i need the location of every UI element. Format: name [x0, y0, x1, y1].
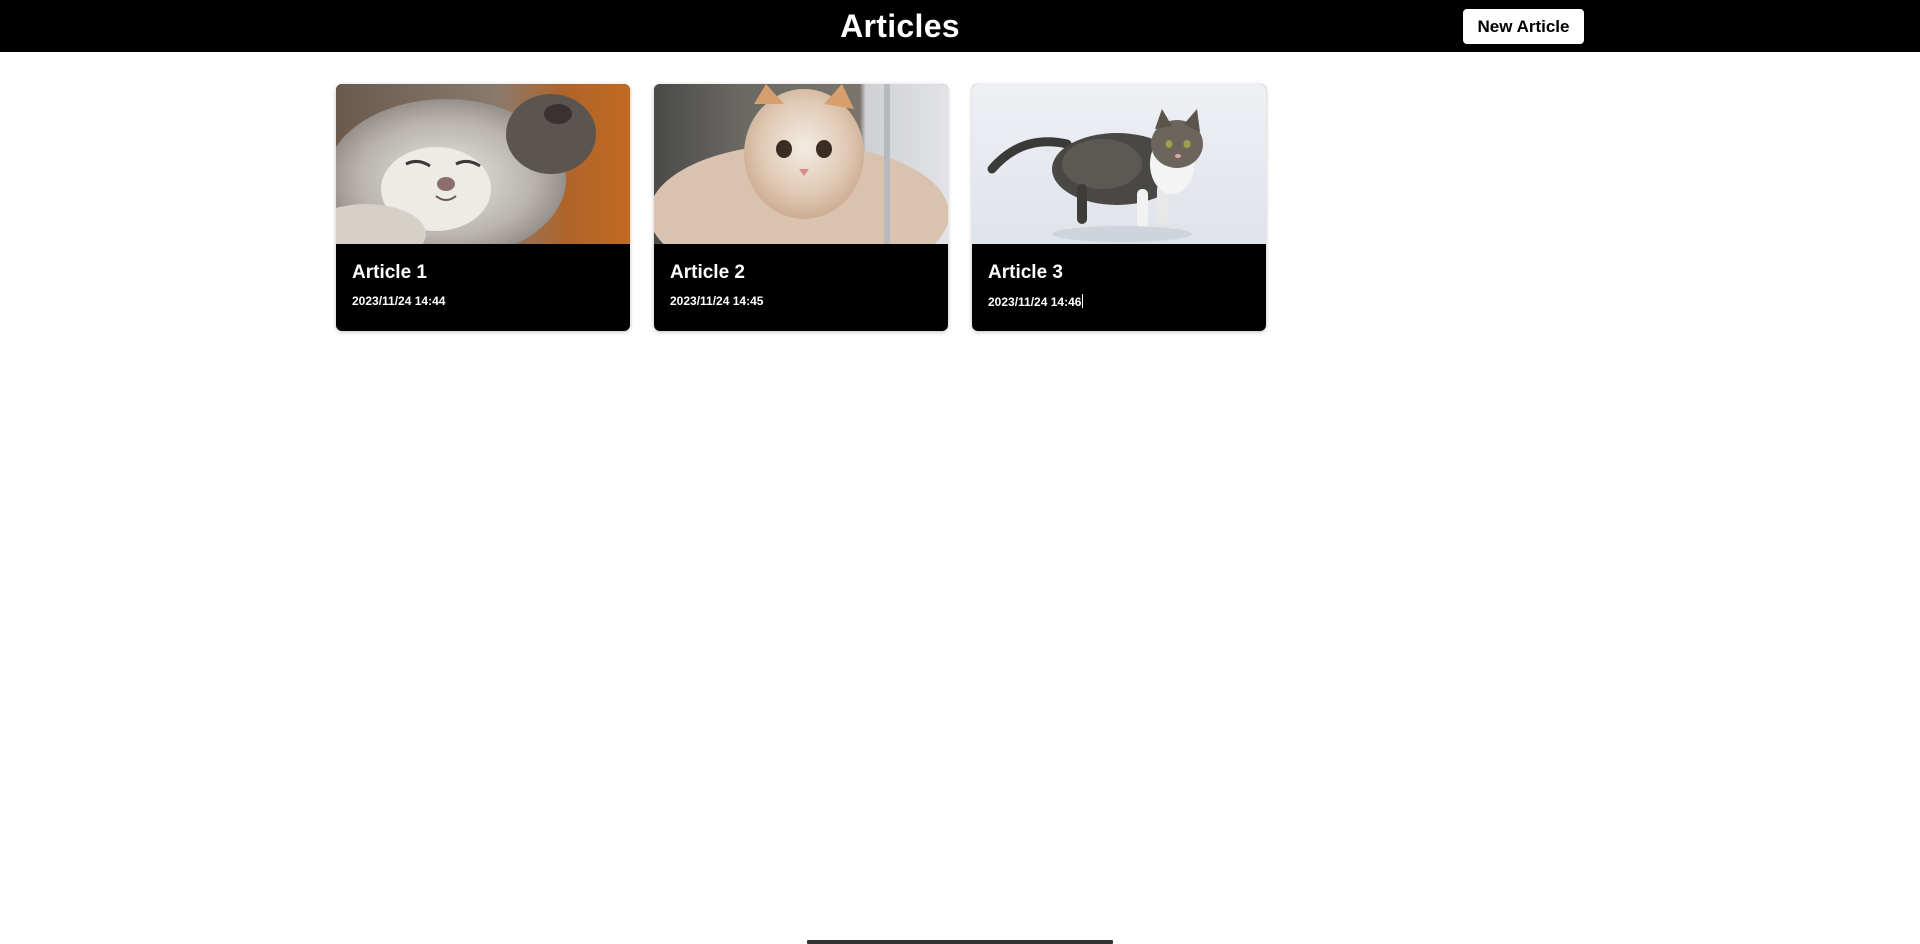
cat-in-snow-image: [972, 84, 1266, 244]
horizontal-scrollbar[interactable]: [807, 940, 1113, 944]
article-date: 2023/11/24 14:44: [352, 294, 446, 308]
text-cursor: [1082, 294, 1084, 308]
article-title: Article 1: [352, 262, 427, 283]
article-date: 2023/11/24 14:45: [670, 294, 764, 308]
article-list: Article 1 2023/11/24 14:44 Article 2 202…: [336, 84, 1266, 331]
kitten-cream-image: [654, 84, 948, 244]
article-card[interactable]: Article 2 2023/11/24 14:45: [654, 84, 948, 331]
article-title: Article 2: [670, 262, 745, 283]
article-date-text: 2023/11/24 14:46: [988, 295, 1082, 309]
article-title: Article 3: [988, 262, 1063, 283]
kitten-sleeping-image: [336, 84, 630, 244]
new-article-button[interactable]: New Article: [1463, 9, 1584, 44]
article-date: 2023/11/24 14:46: [988, 294, 1250, 309]
top-bar: Articles New Article: [0, 0, 1920, 52]
article-card[interactable]: Article 3 2023/11/24 14:46: [972, 84, 1266, 331]
article-card[interactable]: Article 1 2023/11/24 14:44: [336, 84, 630, 331]
